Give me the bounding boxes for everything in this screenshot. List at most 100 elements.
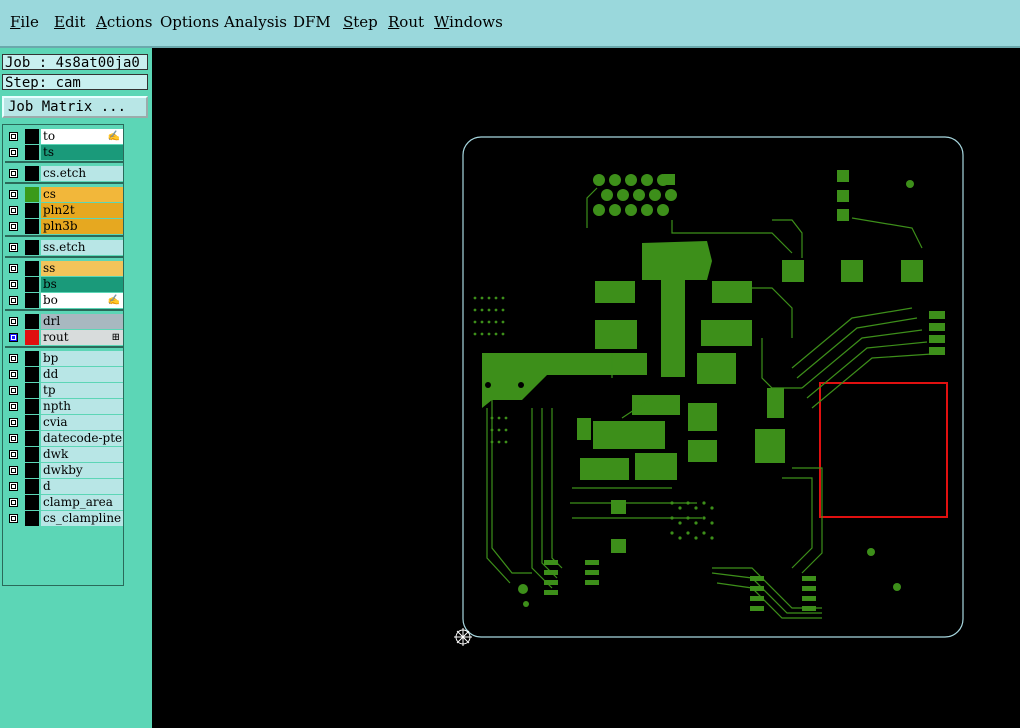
layer-name[interactable]: bs [41, 277, 123, 292]
layer-color-swatch[interactable] [25, 187, 39, 202]
layer-name[interactable]: bp [41, 351, 123, 366]
layer-name[interactable]: tp [41, 383, 123, 398]
layer-name[interactable]: npth [41, 399, 123, 414]
layer-color-swatch[interactable] [25, 431, 39, 446]
layer-checkbox[interactable] [9, 169, 18, 178]
layer-name[interactable]: cvia [41, 415, 123, 430]
layer-name[interactable]: cs_clampline [41, 511, 123, 526]
layer-color-swatch[interactable] [25, 367, 39, 382]
menu-file[interactable]: File [10, 13, 39, 31]
layer-color-swatch[interactable] [25, 351, 39, 366]
layer-row-ss[interactable]: ss [5, 261, 123, 276]
layer-row-drl[interactable]: drl [5, 314, 123, 329]
graphics-canvas[interactable] [152, 48, 1020, 728]
menu-analysis[interactable]: Analysis [224, 13, 287, 31]
layer-row-clamp_area[interactable]: clamp_area [5, 495, 123, 510]
layer-color-swatch[interactable] [25, 277, 39, 292]
layer-name[interactable]: dwkby [41, 463, 123, 478]
layer-row-ss.etch[interactable]: ss.etch [5, 240, 123, 255]
layer-checkbox[interactable] [9, 354, 18, 363]
menu-step[interactable]: Step [343, 13, 378, 31]
pcb-view[interactable] [152, 48, 1020, 728]
layer-row-tp[interactable]: tp [5, 383, 123, 398]
layer-name[interactable]: to ✍ [41, 129, 123, 144]
menu-windows[interactable]: Windows [434, 13, 503, 31]
layer-row-bp[interactable]: bp [5, 351, 123, 366]
layer-color-swatch[interactable] [25, 314, 39, 329]
layer-color-swatch[interactable] [25, 415, 39, 430]
layer-color-swatch[interactable] [25, 240, 39, 255]
layer-checkbox[interactable] [9, 370, 18, 379]
layer-checkbox[interactable] [9, 434, 18, 443]
layer-checkbox[interactable] [9, 222, 18, 231]
layer-row-dwk[interactable]: dwk [5, 447, 123, 462]
layer-checkbox[interactable] [9, 514, 18, 523]
layer-row-dd[interactable]: dd [5, 367, 123, 382]
layer-name[interactable]: d [41, 479, 123, 494]
layer-color-swatch[interactable] [25, 383, 39, 398]
layer-row-bo[interactable]: bo ✍ [5, 293, 123, 308]
layer-color-swatch[interactable] [25, 261, 39, 276]
layer-checkbox[interactable] [9, 402, 18, 411]
layer-color-swatch[interactable] [25, 293, 39, 308]
layer-row-d[interactable]: d [5, 479, 123, 494]
layer-name[interactable]: cs.etch [41, 166, 123, 181]
layer-row-dwkby[interactable]: dwkby [5, 463, 123, 478]
layer-row-to[interactable]: to ✍ [5, 129, 123, 144]
layer-name[interactable]: dwk [41, 447, 123, 462]
menu-dfm[interactable]: DFM [293, 13, 331, 31]
layer-name[interactable]: rout ⊞ [41, 330, 123, 345]
layer-color-swatch[interactable] [25, 463, 39, 478]
menu-options[interactable]: Options [160, 13, 219, 31]
layer-color-swatch[interactable] [25, 479, 39, 494]
layer-checkbox[interactable] [9, 280, 18, 289]
menu-actions[interactable]: Actions [96, 13, 152, 31]
layer-color-swatch[interactable] [25, 511, 39, 526]
layer-name[interactable]: datecode-pte [41, 431, 123, 446]
layer-row-rout[interactable]: rout ⊞ [5, 330, 123, 345]
layer-color-swatch[interactable] [25, 203, 39, 218]
layer-color-swatch[interactable] [25, 166, 39, 181]
layer-row-pln3b[interactable]: pln3b [5, 219, 123, 234]
layer-checkbox[interactable] [9, 296, 18, 305]
layer-name[interactable]: cs [41, 187, 123, 202]
layer-checkbox[interactable] [9, 386, 18, 395]
layer-checkbox[interactable] [9, 482, 18, 491]
layer-checkbox[interactable] [9, 190, 18, 199]
layer-name[interactable]: pln2t [41, 203, 123, 218]
layer-checkbox[interactable] [9, 333, 18, 342]
layer-row-bs[interactable]: bs [5, 277, 123, 292]
layer-checkbox[interactable] [9, 450, 18, 459]
layer-checkbox[interactable] [9, 418, 18, 427]
layer-name[interactable]: dd [41, 367, 123, 382]
layer-color-swatch[interactable] [25, 129, 39, 144]
layer-name[interactable]: clamp_area [41, 495, 123, 510]
layer-name[interactable]: bo ✍ [41, 293, 123, 308]
layer-checkbox[interactable] [9, 264, 18, 273]
layer-color-swatch[interactable] [25, 399, 39, 414]
layer-checkbox[interactable] [9, 132, 18, 141]
layer-color-swatch[interactable] [25, 447, 39, 462]
layer-row-cs.etch[interactable]: cs.etch [5, 166, 123, 181]
job-matrix-button[interactable]: Job Matrix ... [2, 96, 148, 118]
menu-edit[interactable]: Edit [54, 13, 85, 31]
layer-name[interactable]: drl [41, 314, 123, 329]
layer-color-swatch[interactable] [25, 330, 39, 345]
layer-name[interactable]: pln3b [41, 219, 123, 234]
layer-row-cvia[interactable]: cvia [5, 415, 123, 430]
layer-checkbox[interactable] [9, 498, 18, 507]
layer-row-npth[interactable]: npth [5, 399, 123, 414]
layer-color-swatch[interactable] [25, 145, 39, 160]
layer-row-ts[interactable]: ts [5, 145, 123, 160]
layer-row-datecode-pte[interactable]: datecode-pte [5, 431, 123, 446]
layer-row-cs[interactable]: cs [5, 187, 123, 202]
layer-checkbox[interactable] [9, 466, 18, 475]
menu-rout[interactable]: Rout [388, 13, 424, 31]
layer-checkbox[interactable] [9, 317, 18, 326]
layer-checkbox[interactable] [9, 243, 18, 252]
layer-name[interactable]: ts [41, 145, 123, 160]
layer-row-pln2t[interactable]: pln2t [5, 203, 123, 218]
layer-checkbox[interactable] [9, 206, 18, 215]
layer-name[interactable]: ss.etch [41, 240, 123, 255]
layer-color-swatch[interactable] [25, 219, 39, 234]
